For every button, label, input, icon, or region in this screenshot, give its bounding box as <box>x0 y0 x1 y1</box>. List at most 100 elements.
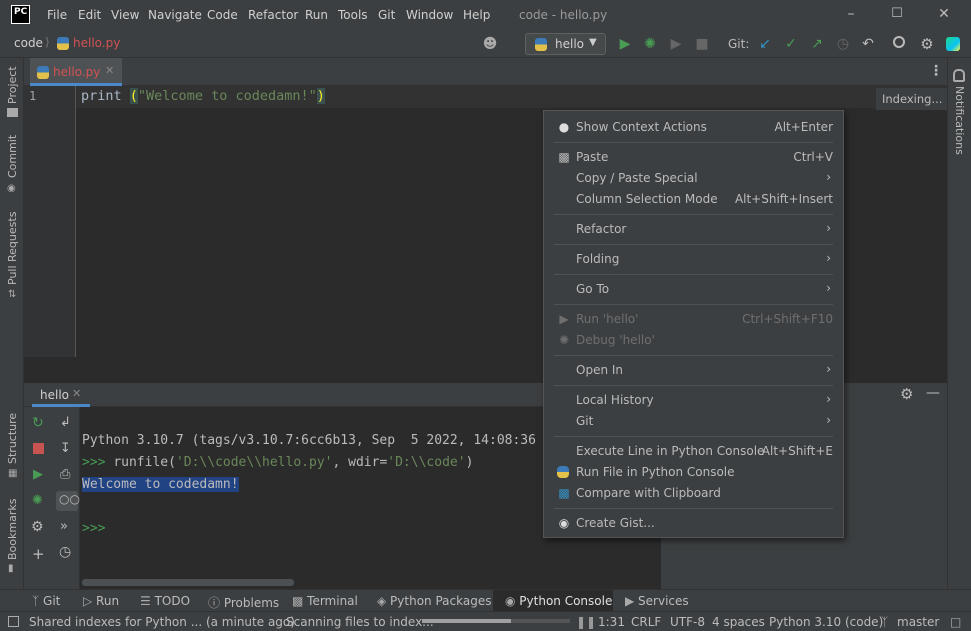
menu-separator <box>554 244 833 245</box>
menu-run[interactable]: Run <box>305 8 328 22</box>
gear-icon[interactable]: ⚙ <box>900 385 913 403</box>
settings-icon[interactable]: ⚙ <box>31 519 44 535</box>
menu-view[interactable]: View <box>111 8 139 22</box>
jetbrains-icon[interactable] <box>946 37 960 51</box>
menu-item-execute-line[interactable]: Execute Line in Python Console Alt+Shift… <box>544 441 843 462</box>
menu-item-compare-clipboard[interactable]: ▩ Compare with Clipboard <box>544 483 843 504</box>
menu-item-go-to[interactable]: Go To › <box>544 279 843 300</box>
menu-file[interactable]: File <box>47 8 67 22</box>
menu-window[interactable]: Window <box>406 8 453 22</box>
menu-item-show-context-actions[interactable]: ● Show Context Actions Alt+Enter <box>544 117 843 138</box>
history-icon[interactable]: ◷ <box>834 35 852 53</box>
tool-python-packages[interactable]: ◈ Python Packages <box>377 594 491 608</box>
notifications-tool-button[interactable]: Notifications <box>953 86 966 155</box>
history-icon[interactable]: ◷ <box>59 544 71 560</box>
menu-item-run-hello[interactable]: ▶ Run 'hello' Ctrl+Shift+F10 <box>544 309 843 330</box>
stop-icon[interactable]: ■ <box>693 35 711 53</box>
soft-wrap-icon[interactable]: ↲ <box>60 415 71 430</box>
caret-position[interactable]: 1:31 <box>598 615 625 629</box>
tool-problems[interactable]: ⓘ Problems <box>208 594 279 611</box>
menu-item-column-selection-mode[interactable]: Column Selection Mode Alt+Shift+Insert <box>544 189 843 210</box>
gear-icon[interactable]: ⚙ <box>918 35 936 53</box>
run-config-selector[interactable]: hello ▼ <box>525 33 606 55</box>
git-update-icon[interactable]: ↙ <box>756 35 774 53</box>
menu-item-shortcut: Alt+Enter <box>774 120 833 134</box>
coverage-icon[interactable]: ▶ <box>667 35 685 53</box>
git-push-icon[interactable]: ↗ <box>808 35 826 53</box>
menu-item-create-gist[interactable]: ◉ Create Gist... <box>544 513 843 534</box>
more-options-icon[interactable]: ⋮ <box>929 63 943 79</box>
run-icon[interactable]: ▶ <box>616 35 634 53</box>
git-commit-icon[interactable]: ✓ <box>782 35 800 53</box>
debug-icon[interactable]: ✺ <box>641 35 659 53</box>
close-icon[interactable]: ✕ <box>936 6 952 22</box>
python-interpreter[interactable]: Python 3.10 (code) <box>769 615 883 629</box>
user-icon[interactable]: ☻▾ <box>481 35 499 70</box>
lock-icon[interactable]: □ <box>950 615 961 629</box>
commit-tool-button[interactable]: Commit <box>6 135 19 178</box>
pause-icon[interactable]: ❚❚ <box>576 615 596 629</box>
menu-navigate[interactable]: Navigate <box>148 8 202 22</box>
indent-setting[interactable]: 4 spaces <box>712 615 765 629</box>
stop-icon[interactable] <box>33 443 44 454</box>
menu-item-run-file-in-console[interactable]: Run File in Python Console <box>544 462 843 483</box>
horizontal-scrollbar[interactable] <box>82 579 294 586</box>
menu-separator <box>554 385 833 386</box>
structure-tool-button[interactable]: Structure <box>6 413 19 464</box>
minimize-panel-icon[interactable]: — <box>926 385 940 401</box>
git-branch[interactable]: master <box>897 615 939 629</box>
print-icon[interactable]: ⎙ <box>60 467 70 482</box>
rollback-icon[interactable]: ↶ <box>859 35 877 53</box>
minimize-icon[interactable]: – <box>843 6 859 22</box>
tool-run[interactable]: ▷ Run <box>83 594 119 608</box>
close-tab-icon[interactable]: ✕ <box>72 387 81 400</box>
rerun-icon[interactable]: ↻ <box>32 415 44 431</box>
tool-todo[interactable]: ☰ TODO <box>140 594 190 608</box>
file-encoding[interactable]: UTF-8 <box>670 615 705 629</box>
line-separator[interactable]: CRLF <box>631 615 661 629</box>
menu-code[interactable]: Code <box>207 8 238 22</box>
menu-item-copy-paste-special[interactable]: Copy / Paste Special › <box>544 168 843 189</box>
menu-help[interactable]: Help <box>463 8 490 22</box>
close-tab-icon[interactable]: ✕ <box>105 64 114 77</box>
menu-git[interactable]: Git <box>378 8 395 22</box>
tool-git[interactable]: ᛉ Git <box>32 594 60 608</box>
code-line[interactable]: print ("Welcome to codedamn!") <box>81 88 325 104</box>
tool-label: Services <box>638 594 689 608</box>
tool-python-console-active[interactable]: ◉ Python Console <box>493 590 613 611</box>
status-message[interactable]: Shared indexes for Python ... (a minute … <box>29 615 295 629</box>
show-variables-button[interactable]: ○○ <box>56 491 80 511</box>
maximize-icon[interactable]: ☐ <box>889 6 905 22</box>
console-tab-hello[interactable]: hello ✕ <box>32 383 90 407</box>
panel-toggle-icon[interactable] <box>8 616 19 627</box>
pull-requests-tool-button[interactable]: Pull Requests <box>6 212 19 285</box>
menu-item-local-history[interactable]: Local History › <box>544 390 843 411</box>
menu-item-git[interactable]: Git › <box>544 411 843 432</box>
run-icon: ▷ <box>83 594 97 608</box>
menu-item-shortcut: Alt+Shift+Insert <box>734 192 833 206</box>
menu-item-paste[interactable]: ▩ Paste Ctrl+V <box>544 147 843 168</box>
run-icon[interactable]: ▶ <box>33 467 43 482</box>
menu-item-debug-hello[interactable]: ✺ Debug 'hello' <box>544 330 843 351</box>
menu-item-open-in[interactable]: Open In › <box>544 360 843 381</box>
menu-tools[interactable]: Tools <box>338 8 368 22</box>
execute-icon[interactable]: » <box>60 519 68 534</box>
breadcrumb-project[interactable]: code <box>14 36 43 50</box>
menu-separator <box>554 142 833 143</box>
menu-refactor[interactable]: Refactor <box>248 8 298 22</box>
menu-edit[interactable]: Edit <box>78 8 101 22</box>
scroll-to-end-icon[interactable]: ↧ <box>60 441 71 456</box>
add-icon[interactable]: + <box>32 545 45 563</box>
menu-item-folding[interactable]: Folding › <box>544 249 843 270</box>
bookmarks-tool-button[interactable]: Bookmarks <box>6 499 19 560</box>
editor-tab-hello[interactable]: hello.py ✕ <box>30 58 122 86</box>
debug-icon[interactable]: ✺ <box>32 493 43 508</box>
tool-services[interactable]: ▶ Services <box>625 594 689 608</box>
search-icon[interactable] <box>893 36 905 48</box>
console-toolbar: ↻ ▶ ✺ ⚙ + ↲ ↧ ⎙ ○○ » ◷ <box>24 407 80 589</box>
console-input-prompt[interactable]: >>> <box>82 521 105 536</box>
tool-terminal[interactable]: ▩ Terminal <box>292 594 358 608</box>
project-tool-button[interactable]: Project <box>6 66 19 104</box>
menu-item-refactor[interactable]: Refactor › <box>544 219 843 240</box>
breadcrumb-file[interactable]: hello.py <box>73 36 120 50</box>
